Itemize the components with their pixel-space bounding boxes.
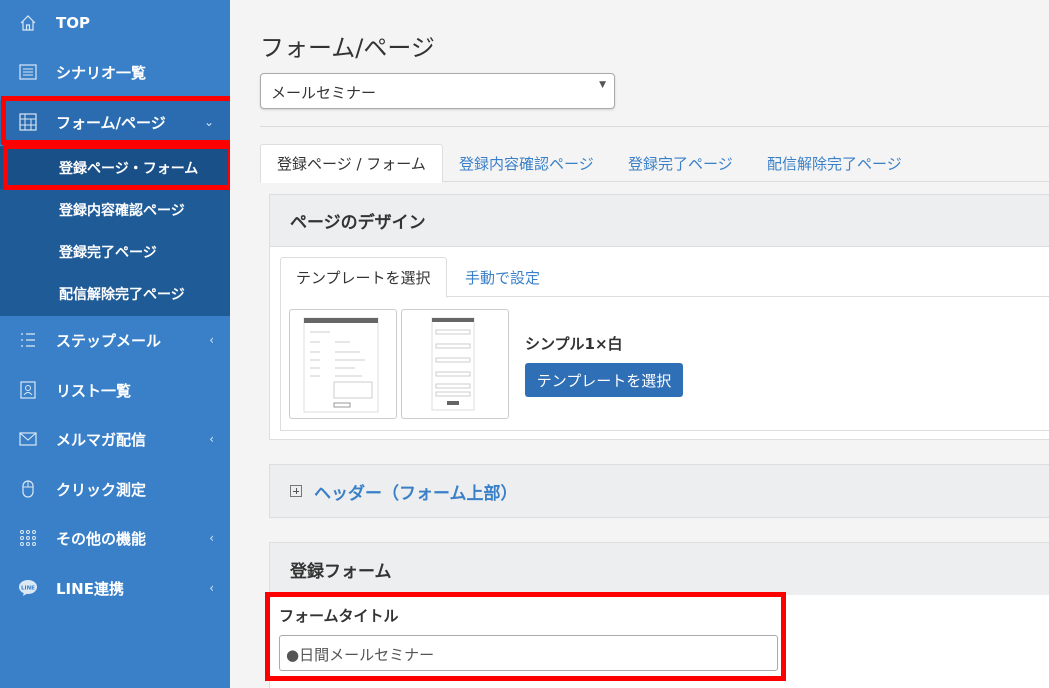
nav-item-line[interactable]: LINE LINE連携 ‹ — [0, 566, 230, 610]
sub-item-registration-form[interactable]: 登録ページ・フォーム — [0, 147, 230, 189]
page-title: フォーム/ページ — [260, 34, 435, 62]
tab-label: 手動で設定 — [465, 268, 541, 287]
envelope-icon — [18, 429, 38, 449]
chevron-left-icon: ‹ — [209, 581, 214, 595]
tab-label: 登録内容確認ページ — [459, 154, 594, 173]
sub-item-label: 配信解除完了ページ — [59, 287, 185, 303]
dropdown-arrow-icon: ▼ — [599, 80, 606, 90]
chevron-left-icon: ‹ — [209, 333, 214, 347]
sidebar: TOP シナリオ一覧 フォーム/ページ ⌄ 登録ページ・フォーム 登録内容確認ペ… — [0, 0, 230, 688]
form-page-submenu: 登録ページ・フォーム 登録内容確認ページ 登録完了ページ 配信解除完了ページ — [0, 146, 230, 316]
line-icon: LINE — [18, 578, 38, 598]
dots-grid-icon — [18, 528, 38, 548]
nav-label: LINE連携 — [56, 579, 124, 598]
nav-item-other-features[interactable]: その他の機能 ‹ — [0, 516, 230, 560]
tab-unsubscribe-page[interactable]: 配信解除完了ページ — [767, 144, 902, 182]
tab-confirm-page[interactable]: 登録内容確認ページ — [459, 144, 594, 182]
nav-item-step-mail[interactable]: ステップメール ‹ — [0, 318, 230, 362]
sub-item-complete-page[interactable]: 登録完了ページ — [0, 231, 230, 273]
tab-label: テンプレートを選択 — [296, 269, 431, 287]
nav-label: その他の機能 — [56, 529, 147, 548]
page-tabs: 登録ページ / フォーム 登録内容確認ページ 登録完了ページ 配信解除完了ページ — [260, 144, 1049, 183]
steps-icon — [18, 330, 38, 350]
sub-item-label: 登録ページ・フォーム — [59, 161, 199, 177]
nav-label: リスト一覧 — [56, 381, 132, 400]
panel-title: ヘッダー（フォーム上部） — [314, 483, 518, 504]
expand-icon — [290, 485, 302, 497]
header-panel-toggle[interactable]: ヘッダー（フォーム上部） — [270, 465, 1049, 517]
nav-item-click-tracking[interactable]: クリック測定 — [0, 467, 230, 511]
chevron-down-icon: ⌄ — [203, 115, 214, 129]
tab-select-template[interactable]: テンプレートを選択 — [280, 257, 447, 298]
sub-item-label: 登録内容確認ページ — [59, 203, 185, 219]
tab-label: 登録完了ページ — [628, 154, 733, 173]
nav-label: ステップメール — [56, 331, 162, 350]
template-area: シンプル1×白 テンプレートを選択 — [280, 297, 1049, 431]
nav-label: メルマガ配信 — [56, 430, 147, 449]
divider — [260, 126, 1049, 127]
line-icon-text: LINE — [21, 586, 35, 592]
nav-item-mail-magazine[interactable]: メルマガ配信 ‹ — [0, 417, 230, 461]
nav-label: TOP — [56, 14, 90, 32]
select-value: メールセミナー — [271, 84, 377, 102]
design-tabs: テンプレートを選択 手動で設定 — [280, 257, 1049, 298]
template-name: シンプル1×白 — [525, 335, 623, 353]
header-panel[interactable]: ヘッダー（フォーム上部） — [269, 464, 1049, 518]
tab-label: 登録ページ / フォーム — [277, 155, 426, 173]
sub-item-confirm-page[interactable]: 登録内容確認ページ — [0, 189, 230, 231]
chevron-left-icon: ‹ — [209, 531, 214, 545]
sub-item-label: 登録完了ページ — [59, 245, 157, 261]
home-icon — [18, 13, 38, 33]
form-grid-icon — [18, 112, 38, 132]
main-content: フォーム/ページ メールセミナー ▼ 登録ページ / フォーム 登録内容確認ペー… — [230, 0, 1049, 688]
mouse-icon — [18, 479, 38, 499]
contacts-icon — [18, 380, 38, 400]
template-thumbnail[interactable] — [289, 309, 397, 419]
chevron-left-icon: ‹ — [209, 432, 214, 446]
nav-label: フォーム/ページ — [56, 113, 166, 132]
nav-item-top[interactable]: TOP — [0, 1, 230, 45]
list-icon — [18, 62, 38, 82]
tab-registration-form[interactable]: 登録ページ / フォーム — [260, 144, 443, 183]
tab-complete-page[interactable]: 登録完了ページ — [628, 144, 733, 182]
nav-item-form-page[interactable]: フォーム/ページ ⌄ — [0, 100, 230, 144]
nav-label: シナリオ一覧 — [56, 63, 147, 82]
panel-title: ページのデザイン — [270, 195, 1049, 247]
nav-item-list[interactable]: リスト一覧 — [0, 368, 230, 412]
select-template-button[interactable]: テンプレートを選択 — [525, 363, 683, 397]
tab-manual-setting[interactable]: 手動で設定 — [465, 257, 540, 297]
template-thumbnail[interactable] — [401, 309, 509, 419]
tab-label: 配信解除完了ページ — [767, 154, 902, 173]
sub-item-unsubscribe-page[interactable]: 配信解除完了ページ — [0, 273, 230, 315]
nav-label: クリック測定 — [56, 480, 147, 499]
form-title-input[interactable]: ●日間メールセミナー — [279, 635, 778, 671]
page-design-panel: ページのデザイン テンプレートを選択 手動で設定 シンプル1×白 テンプレートを… — [269, 194, 1049, 440]
form-title-label: フォームタイトル — [279, 607, 399, 625]
panel-title: 登録フォーム — [270, 543, 1049, 595]
scenario-select[interactable]: メールセミナー ▼ — [260, 73, 615, 109]
nav-item-scenario-list[interactable]: シナリオ一覧 — [0, 50, 230, 94]
